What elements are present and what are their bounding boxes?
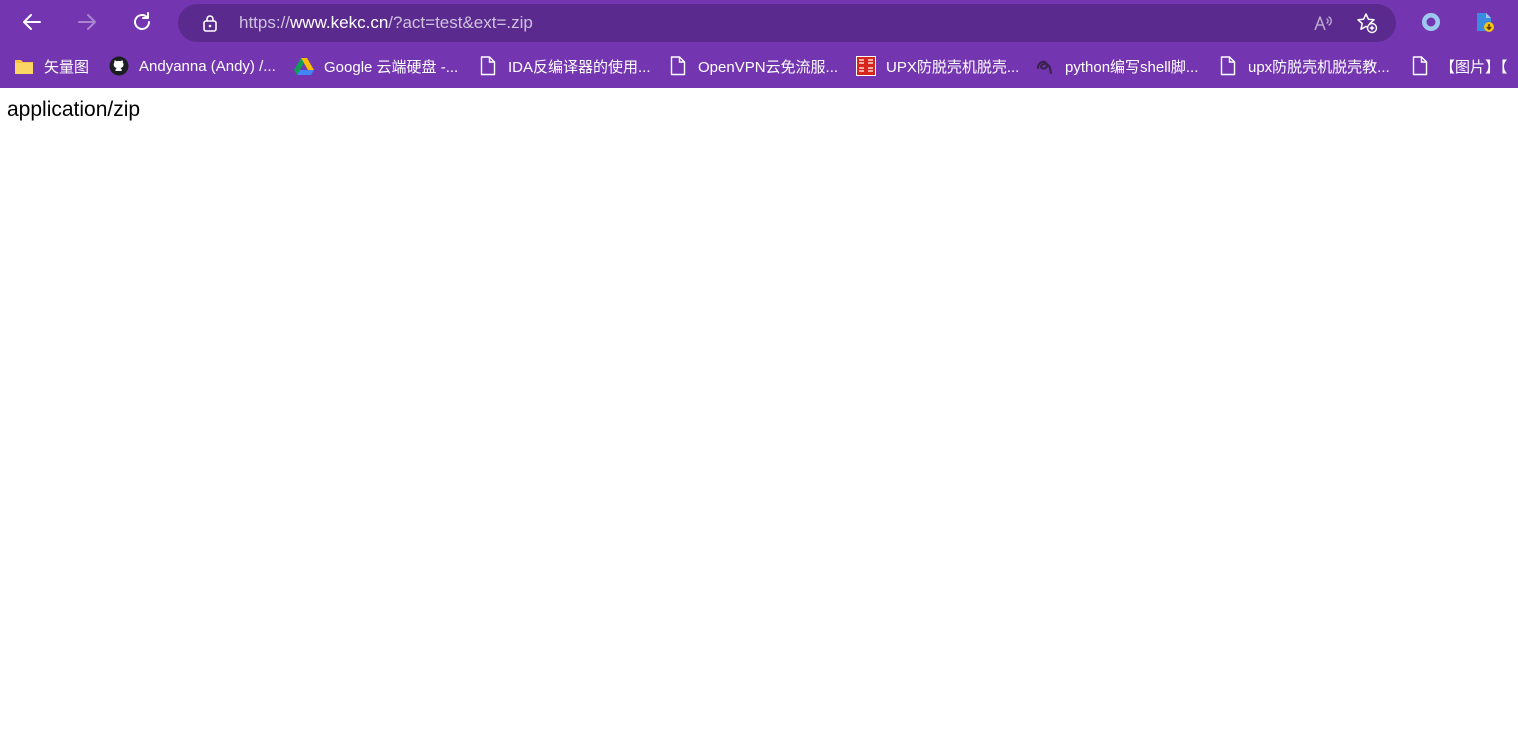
bookmark-image[interactable]: 【图片】【 [1410,54,1508,78]
add-favorite-icon[interactable] [1356,12,1378,34]
url-text[interactable]: https://www.kekc.cn/?act=test&ext=.zip [239,4,533,42]
back-arrow-icon [23,14,41,30]
page-icon [668,56,688,76]
github-icon [109,56,129,76]
back-button[interactable] [16,6,48,38]
browser-toolbar: https://www.kekc.cn/?act=test&ext=.zip [0,0,1518,44]
bookmark-label: 矢量图 [44,58,90,76]
google-drive-icon [294,56,314,76]
refresh-button[interactable] [126,6,158,38]
bookmarks-bar: 矢量图 Andyanna (Andy) /... Google 云端硬盘 -..… [0,44,1518,88]
url-path: /?act=test&ext=.zip [388,13,533,32]
page-body-text: application/zip [7,98,141,121]
circle-extension-icon[interactable] [1419,10,1443,34]
bookmark-label: Google 云端硬盘 -... [324,58,459,76]
bookmark-label: 【图片】【 [1440,58,1508,76]
bookmark-python-shell[interactable]: python编写shell脚... [1035,54,1198,78]
forward-arrow-icon [78,14,96,30]
bookmark-folder-vector[interactable]: 矢量图 [14,54,89,78]
bookmark-google-drive[interactable]: Google 云端硬盘 -... [294,54,458,78]
red-seal-icon [856,56,876,76]
read-aloud-icon[interactable] [1312,12,1334,34]
bookmark-label: IDA反编译器的使用... [508,58,651,76]
refresh-icon [134,12,150,30]
url-host: www.kekc.cn [290,13,389,32]
url-scheme: https:// [239,13,291,32]
forward-button[interactable] [71,6,103,38]
address-bar[interactable]: https://www.kekc.cn/?act=test&ext=.zip [178,4,1396,42]
bookmark-upx-tutorial[interactable]: upx防脱壳机脱壳教... [1218,54,1390,78]
bookmark-upx[interactable]: UPX防脱壳机脱壳... [856,54,1019,78]
folder-icon [14,56,34,76]
lock-icon[interactable] [200,13,220,33]
page-icon [478,56,498,76]
bookmark-ida[interactable]: IDA反编译器的使用... [478,54,651,78]
bookmark-github[interactable]: Andyanna (Andy) /... [109,54,276,78]
bookmark-label: UPX防脱壳机脱壳... [886,58,1020,76]
bookmark-label: upx防脱壳机脱壳教... [1248,58,1390,76]
download-icon[interactable] [1473,10,1497,34]
bookmark-label: python编写shell脚... [1065,58,1199,76]
page-icon [1410,56,1430,76]
bookmark-label: OpenVPN云免流服... [698,58,839,76]
page-icon [1218,56,1238,76]
bookmark-label: Andyanna (Andy) /... [139,57,276,75]
swirl-icon [1035,56,1055,76]
bookmark-openvpn[interactable]: OpenVPN云免流服... [668,54,838,78]
